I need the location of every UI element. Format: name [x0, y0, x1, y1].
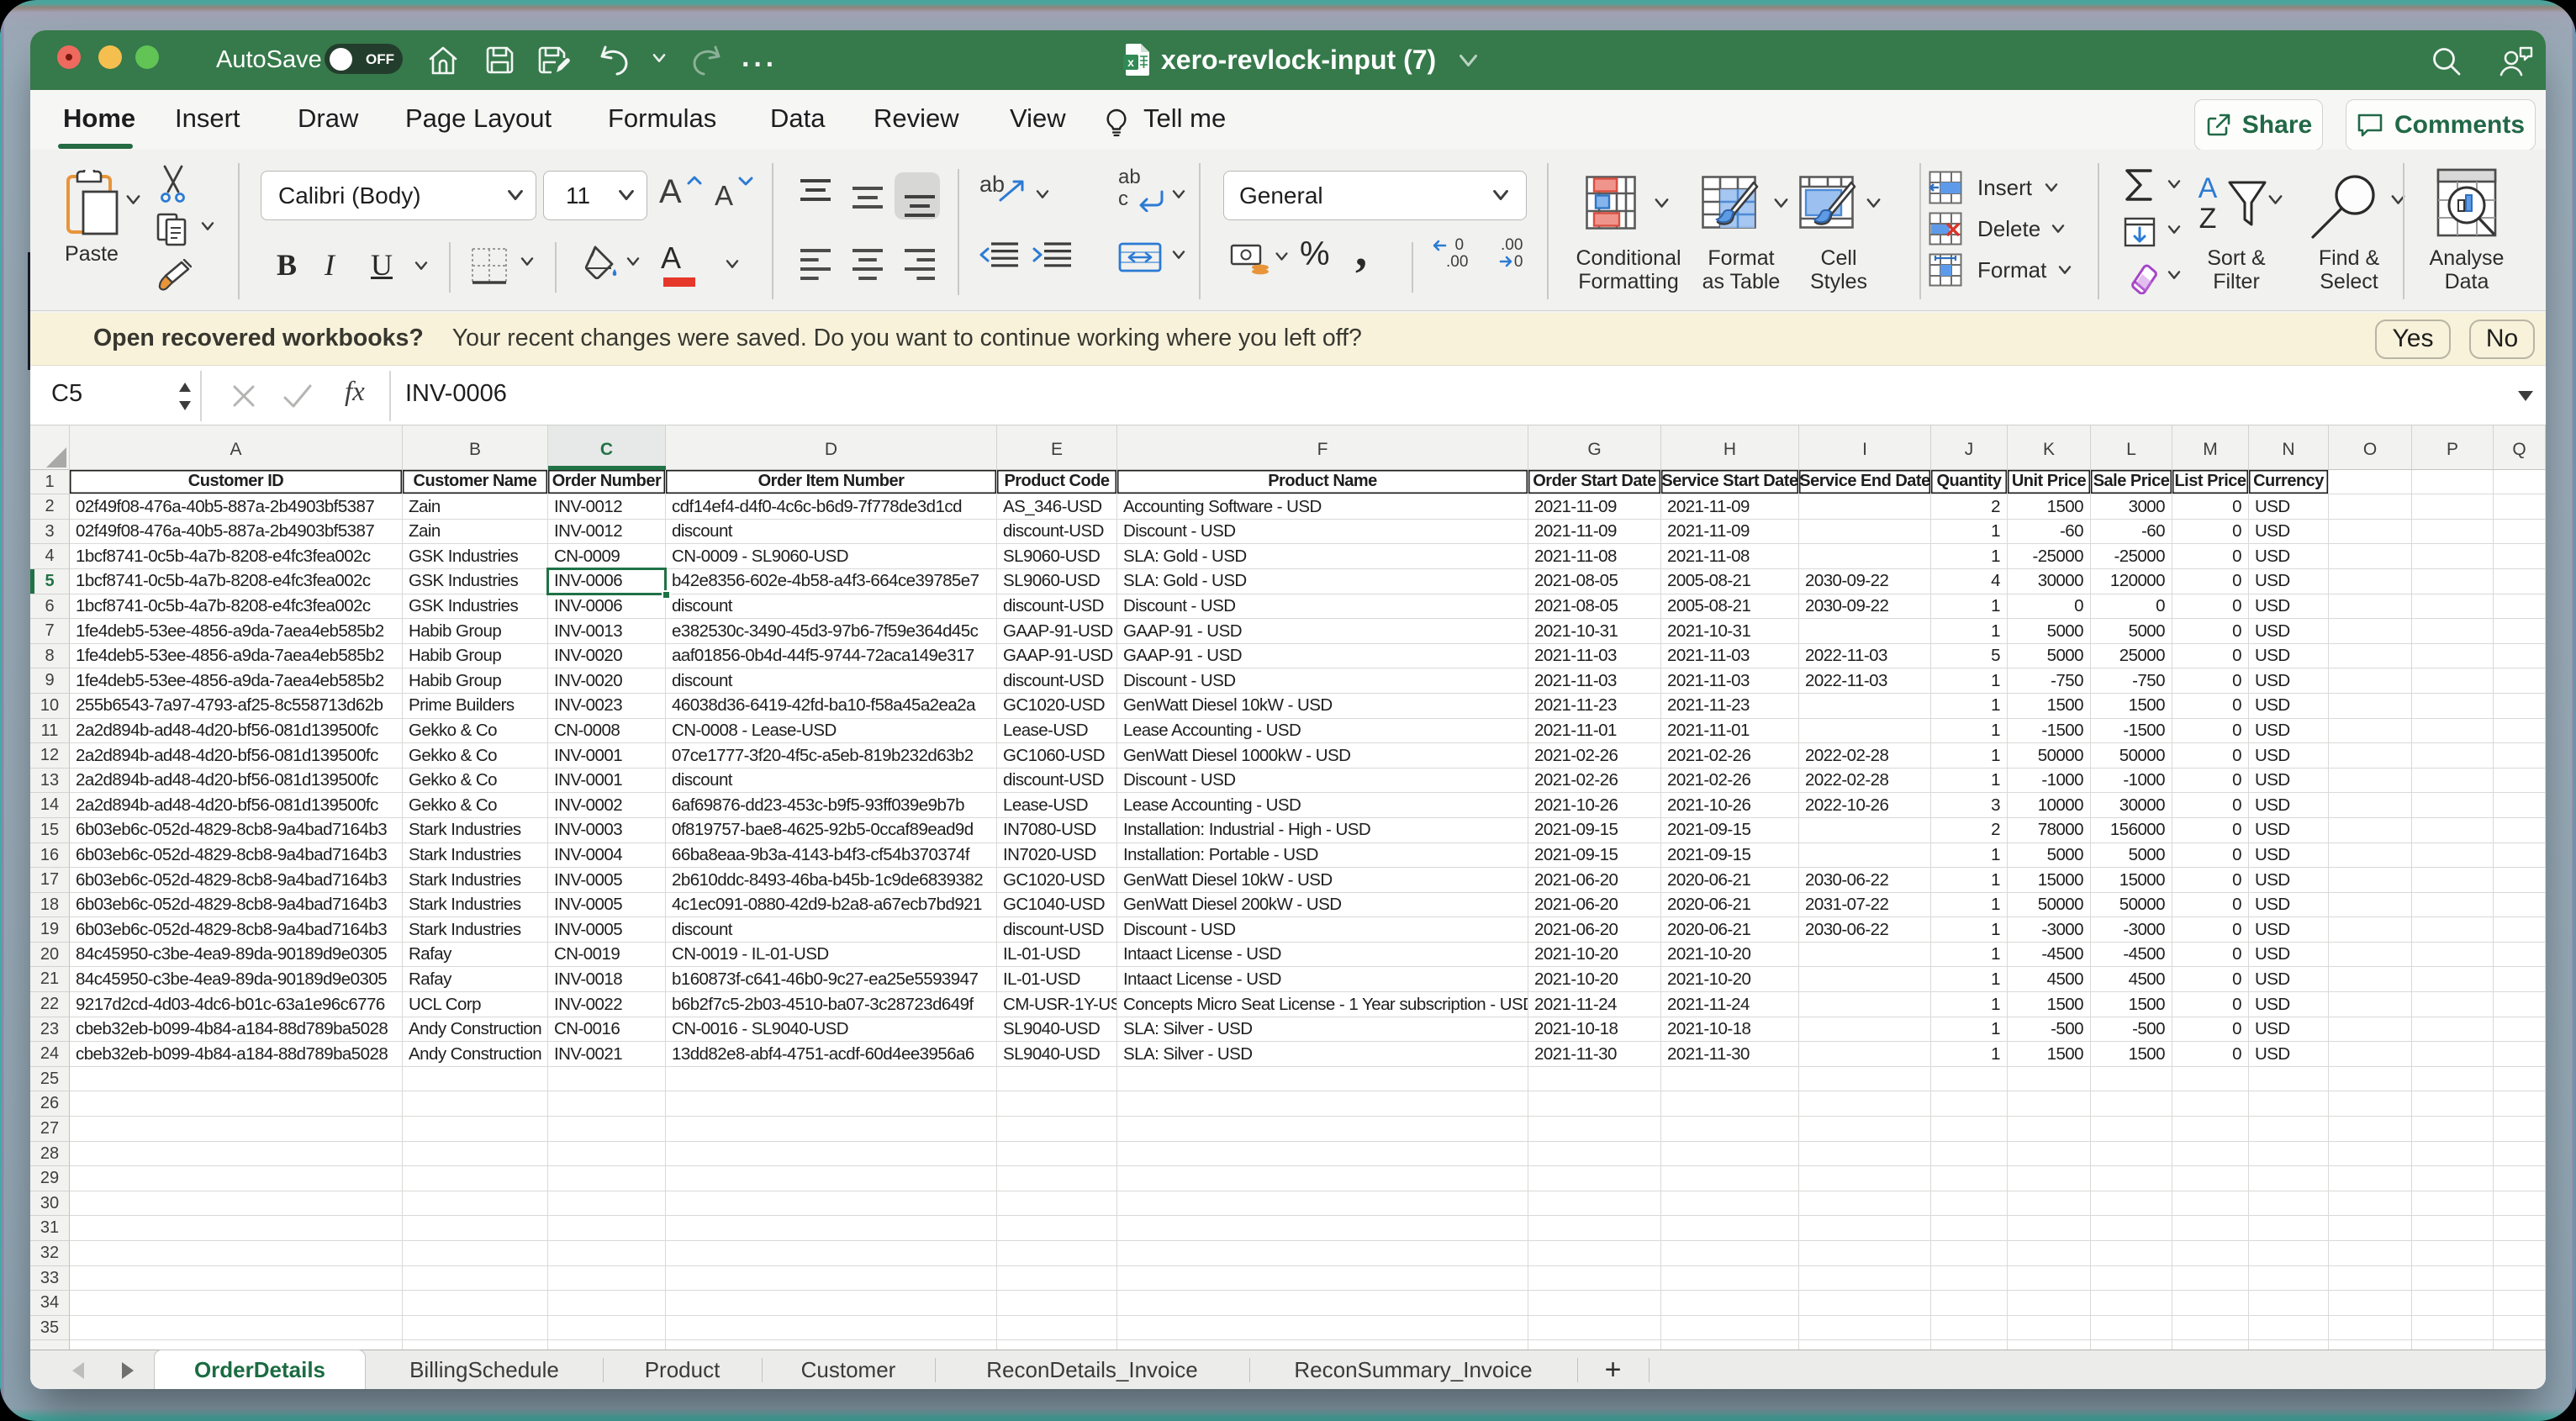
svg-text:x: x — [1127, 55, 1134, 69]
svg-text:Z: Z — [2199, 203, 2217, 235]
svg-text:A: A — [2199, 172, 2218, 204]
